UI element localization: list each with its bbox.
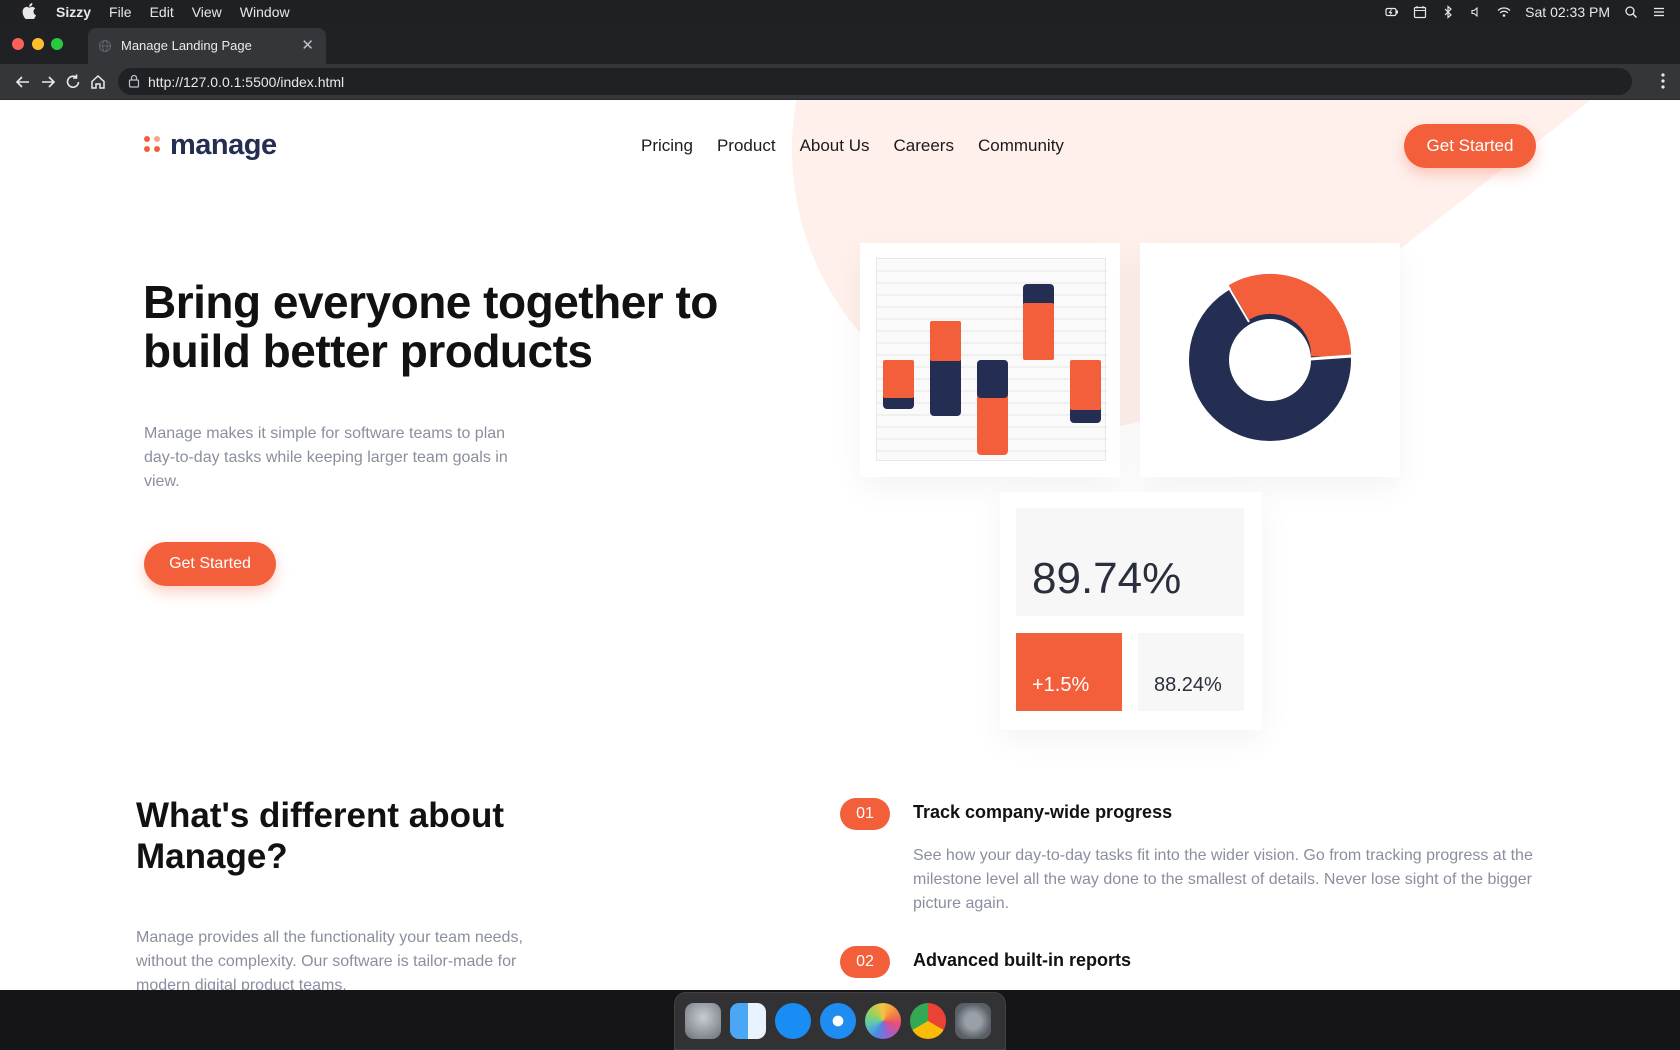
- minimize-window-button[interactable]: [32, 38, 44, 50]
- url-text[interactable]: http://127.0.0.1:5500/index.html: [148, 74, 344, 90]
- menu-clock[interactable]: Sat 02:33 PM: [1525, 4, 1610, 20]
- menu-file[interactable]: File: [109, 4, 132, 20]
- bar-5-top: [1070, 360, 1101, 410]
- feature-number-badge: 01: [840, 798, 890, 830]
- bar-4-bottom: [1023, 303, 1054, 360]
- feature-title: Advanced built-in reports: [913, 950, 1132, 970]
- hero-description: Manage makes it simple for software team…: [144, 425, 508, 490]
- menu-view[interactable]: View: [192, 4, 222, 20]
- logo-mark-icon: [144, 136, 162, 154]
- donut-chart-card: [1140, 243, 1400, 477]
- feature-description: See how your day-to-day tasks fit into t…: [913, 847, 1533, 912]
- reload-icon[interactable]: [64, 73, 82, 91]
- bar-3-top: [977, 360, 1008, 398]
- delta-stat-box: +1.5%: [1016, 633, 1122, 711]
- nav-link-about-us[interactable]: About Us: [800, 136, 870, 156]
- main-stat-box: 89.74%: [1016, 508, 1244, 616]
- calendar-icon[interactable]: [1413, 5, 1427, 19]
- browser-tab[interactable]: Manage Landing Page ✕: [88, 28, 326, 64]
- nav-link-community[interactable]: Community: [978, 136, 1064, 156]
- bar-chart-frame: [876, 258, 1107, 461]
- finder-icon[interactable]: [730, 1003, 766, 1039]
- hero-get-started-button[interactable]: Get Started: [144, 542, 276, 586]
- volume-icon[interactable]: [1469, 5, 1483, 19]
- system-preferences-icon[interactable]: [955, 1003, 991, 1039]
- safari-icon[interactable]: [820, 1003, 856, 1039]
- photos-icon[interactable]: [865, 1003, 901, 1039]
- lock-icon: [128, 74, 140, 88]
- tab-title: Manage Landing Page: [121, 38, 252, 53]
- browser-menu-icon[interactable]: [1660, 72, 1666, 90]
- app-name-menu[interactable]: Sizzy: [56, 4, 91, 20]
- nav-link-product[interactable]: Product: [717, 136, 776, 156]
- main-nav: Pricing Product About Us Careers Communi…: [641, 136, 1064, 156]
- address-bar[interactable]: http://127.0.0.1:5500/index.html: [118, 68, 1632, 95]
- macos-dock: [674, 992, 1006, 1050]
- menu-edit[interactable]: Edit: [150, 4, 174, 20]
- chrome-icon[interactable]: [910, 1003, 946, 1039]
- feature-number-badge: 02: [840, 946, 890, 978]
- apple-icon[interactable]: [22, 3, 36, 19]
- bar-1-top: [883, 360, 914, 398]
- stats-card: 89.74% +1.5% 88.24%: [1000, 492, 1262, 730]
- site-logo[interactable]: manage: [144, 128, 277, 161]
- donut-segment-accent: [1228, 273, 1352, 358]
- forward-arrow-icon[interactable]: [39, 73, 57, 91]
- donut-chart-illustration: [1189, 273, 1353, 441]
- nav-link-careers[interactable]: Careers: [894, 136, 954, 156]
- feature-title: Track company-wide progress: [913, 802, 1173, 822]
- bar-chart-card: [860, 243, 1120, 477]
- control-center-icon[interactable]: [1652, 5, 1666, 19]
- logo-wordmark: manage: [170, 128, 277, 161]
- page-viewport: manage Pricing Product About Us Careers …: [0, 100, 1680, 990]
- menu-window[interactable]: Window: [240, 4, 290, 20]
- battery-icon[interactable]: [1385, 5, 1399, 19]
- section-description: Manage provides all the functionality yo…: [136, 929, 523, 990]
- zoom-window-button[interactable]: [51, 38, 63, 50]
- browser-toolbar: http://127.0.0.1:5500/index.html: [0, 64, 1680, 100]
- bar-2-top: [930, 321, 961, 361]
- close-window-button[interactable]: [12, 38, 24, 50]
- secondary-stat-value: 88.24%: [1154, 674, 1222, 696]
- app-store-icon[interactable]: [775, 1003, 811, 1039]
- globe-icon: [98, 39, 112, 53]
- section-title: What's different about Manage?: [136, 796, 505, 876]
- nav-link-pricing[interactable]: Pricing: [641, 136, 693, 156]
- bluetooth-icon[interactable]: [1441, 5, 1455, 19]
- hero-title: Bring everyone together to build better …: [143, 276, 718, 377]
- bar-chart-illustration: [877, 270, 1107, 455]
- tab-close-icon[interactable]: ✕: [301, 36, 314, 54]
- spotlight-icon[interactable]: [1624, 5, 1638, 19]
- secondary-stat-box: 88.24%: [1138, 633, 1244, 711]
- home-icon[interactable]: [89, 73, 107, 91]
- main-stat-value: 89.74%: [1032, 554, 1182, 603]
- delta-stat-value: +1.5%: [1032, 674, 1090, 696]
- launchpad-icon[interactable]: [685, 1003, 721, 1039]
- back-arrow-icon[interactable]: [14, 73, 32, 91]
- wifi-icon[interactable]: [1497, 5, 1511, 19]
- header-get-started-button[interactable]: Get Started: [1404, 124, 1536, 168]
- macos-menu-bar: Sizzy File Edit View Window Sat 02:33 PM: [0, 0, 1680, 24]
